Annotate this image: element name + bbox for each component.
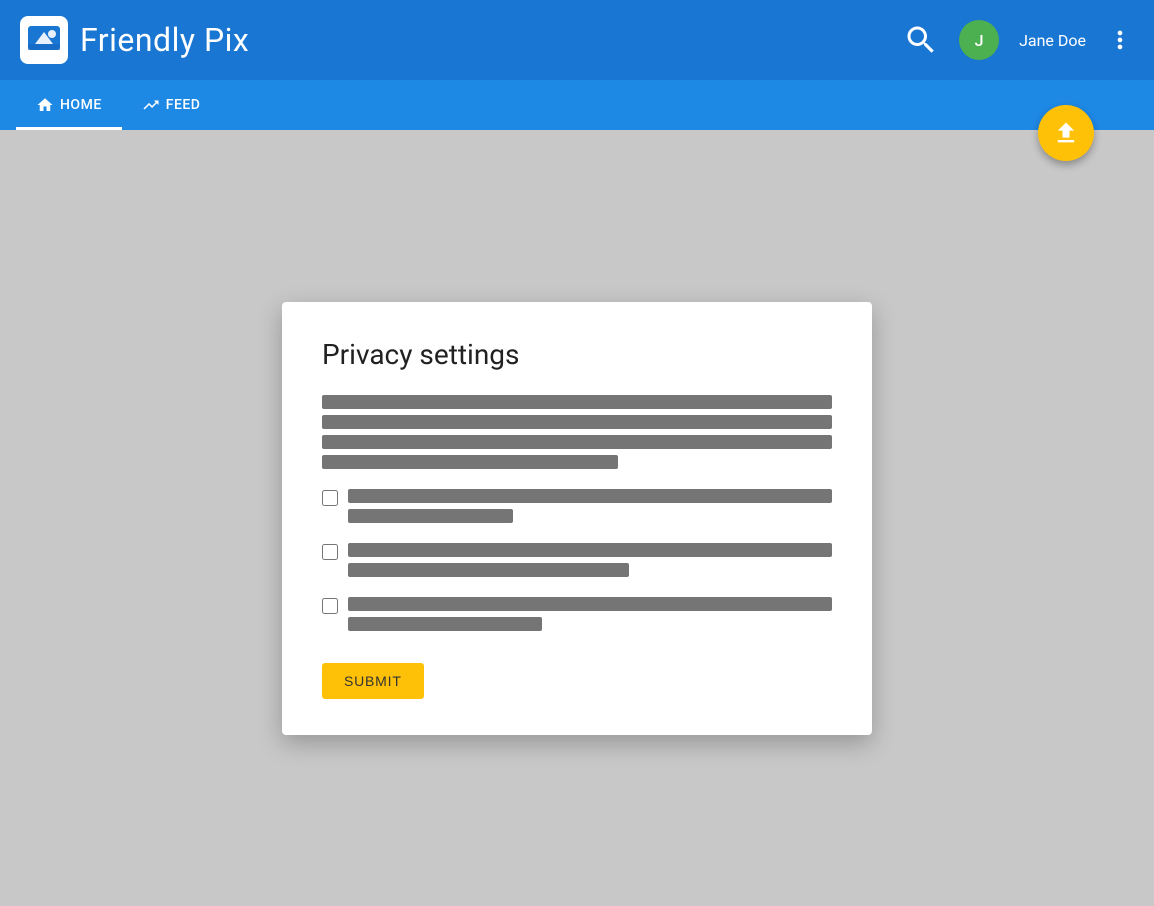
logo-area: Friendly Pix	[20, 16, 249, 64]
checkbox-row-1	[322, 489, 832, 523]
top-nav: Friendly Pix J Jane Doe	[0, 0, 1154, 80]
checkbox-group-2	[322, 543, 832, 577]
sec-nav: HOME FEED	[0, 80, 1154, 130]
dialog-title: Privacy settings	[322, 338, 832, 371]
cb3-line2	[348, 617, 542, 631]
avatar[interactable]: J	[959, 20, 999, 60]
sec-nav-wrapper: HOME FEED	[0, 80, 1154, 130]
user-name-label: Jane Doe	[1019, 31, 1086, 50]
cb2-line1	[348, 543, 832, 557]
nav-right: J Jane Doe	[903, 20, 1134, 60]
desc-line-2	[322, 415, 832, 429]
checkbox-3[interactable]	[322, 598, 338, 614]
checkbox-2[interactable]	[322, 544, 338, 560]
search-button[interactable]	[903, 22, 939, 58]
cb1-line2	[348, 509, 513, 523]
checkbox-group-3	[322, 597, 832, 631]
more-options-button[interactable]	[1106, 26, 1134, 54]
dialog-description	[322, 395, 832, 469]
desc-line-1	[322, 395, 832, 409]
checkbox-row-2	[322, 543, 832, 577]
checkbox-3-text	[348, 597, 832, 631]
app-title: Friendly Pix	[80, 21, 249, 59]
checkbox-1-text	[348, 489, 832, 523]
cb1-line1	[348, 489, 832, 503]
checkbox-2-text	[348, 543, 832, 577]
tab-feed-label: FEED	[166, 97, 201, 113]
tab-home-label: HOME	[60, 97, 102, 113]
submit-button[interactable]: SUBMIT	[322, 663, 424, 699]
tab-feed[interactable]: FEED	[122, 80, 221, 130]
tab-home[interactable]: HOME	[16, 80, 122, 130]
checkbox-1[interactable]	[322, 490, 338, 506]
desc-line-4	[322, 455, 618, 469]
desc-line-3	[322, 435, 832, 449]
checkbox-row-3	[322, 597, 832, 631]
privacy-settings-dialog: Privacy settings	[282, 302, 872, 735]
checkbox-group-1	[322, 489, 832, 523]
upload-fab[interactable]	[1038, 105, 1094, 161]
cb3-line1	[348, 597, 832, 611]
main-content: Privacy settings	[0, 130, 1154, 906]
cb2-line2	[348, 563, 629, 577]
app-logo-icon	[20, 16, 68, 64]
